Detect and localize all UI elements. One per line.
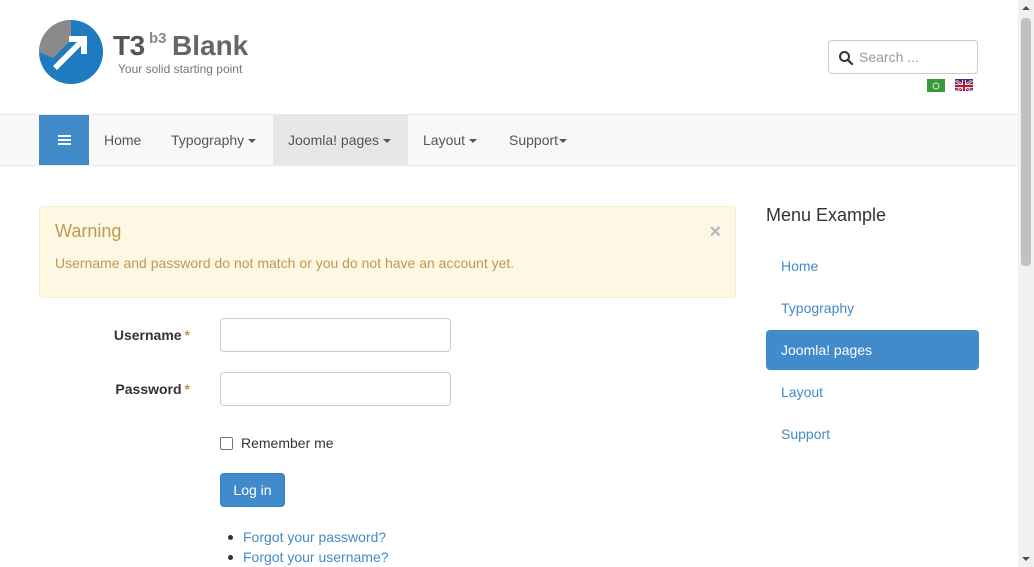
password-label: Password * bbox=[40, 381, 190, 397]
search-icon bbox=[839, 51, 854, 66]
nav-item-joomla-pages[interactable]: Joomla! pages bbox=[273, 115, 408, 165]
alert-title: Warning bbox=[55, 221, 122, 241]
logo-superscript: b3 bbox=[149, 30, 167, 47]
nav-item-support[interactable]: Support bbox=[494, 115, 582, 165]
nav-item-typography[interactable]: Typography bbox=[156, 115, 271, 165]
sidebar-item-support[interactable]: Support bbox=[766, 414, 979, 454]
warning-alert: Warning Username and password do not mat… bbox=[39, 206, 736, 298]
logo-name: Blank bbox=[172, 30, 249, 61]
logo-t3: T3 bbox=[113, 30, 145, 61]
sidebar-item-joomla-pages[interactable]: Joomla! pages bbox=[766, 330, 979, 370]
logo-slogan: Your solid starting point bbox=[118, 62, 243, 76]
menu-toggle-button[interactable] bbox=[39, 115, 89, 165]
sidebar-item-layout[interactable]: Layout bbox=[766, 372, 979, 412]
nav-item-label: Layout bbox=[423, 132, 466, 148]
caret-down-icon bbox=[383, 139, 392, 144]
password-field[interactable] bbox=[220, 372, 451, 406]
scroll-down-icon[interactable] bbox=[1018, 551, 1034, 567]
remember-checkbox[interactable] bbox=[220, 436, 233, 450]
scroll-thumb[interactable] bbox=[1021, 18, 1031, 266]
nav-item-label: Typography bbox=[171, 132, 245, 148]
required-mark: * bbox=[184, 381, 190, 397]
main-navbar: Home Typography Joomla! pages Layout Sup… bbox=[0, 115, 1018, 166]
username-label-text: Username bbox=[113, 327, 182, 343]
login-button[interactable]: Log in bbox=[220, 473, 285, 507]
site-logo[interactable]: T3 b3 Blank Your solid starting point bbox=[39, 20, 269, 86]
password-label-text: Password bbox=[115, 381, 182, 397]
alert-message: Username and password do not match or yo… bbox=[55, 255, 515, 271]
search-input[interactable] bbox=[859, 42, 974, 72]
nav-item-layout[interactable]: Layout bbox=[408, 115, 492, 165]
page-scrollbar[interactable] bbox=[1018, 0, 1034, 567]
sidebar-item-typography[interactable]: Typography bbox=[766, 288, 979, 328]
remember-label: Remember me bbox=[241, 435, 334, 451]
search-box[interactable] bbox=[828, 40, 978, 74]
logo-arrow-icon bbox=[39, 20, 103, 84]
english-flag-icon[interactable] bbox=[955, 79, 973, 91]
nav-item-label: Joomla! pages bbox=[288, 132, 380, 148]
hamburger-icon bbox=[57, 133, 71, 147]
nav-item-label: Support bbox=[509, 132, 559, 148]
sidebar-item-home[interactable]: Home bbox=[766, 246, 979, 286]
caret-down-icon bbox=[469, 139, 478, 144]
scroll-up-icon[interactable] bbox=[1018, 0, 1034, 16]
help-links: Forgot your password? Forgot your userna… bbox=[228, 529, 389, 567]
sidebar-title: Menu Example bbox=[766, 205, 887, 225]
forgot-username-link[interactable]: Forgot your username? bbox=[228, 549, 389, 567]
caret-down-icon bbox=[248, 139, 257, 144]
forgot-password-link[interactable]: Forgot your password? bbox=[228, 529, 389, 549]
username-field[interactable] bbox=[220, 318, 451, 352]
nav-item-home[interactable]: Home bbox=[89, 115, 156, 165]
nav-item-label: Home bbox=[104, 132, 142, 148]
close-icon[interactable]: × bbox=[709, 221, 721, 244]
site-header: T3 b3 Blank Your solid starting point bbox=[0, 0, 1018, 115]
remember-me[interactable]: Remember me bbox=[220, 435, 334, 451]
arabic-flag-icon[interactable] bbox=[927, 79, 945, 92]
caret-down-icon bbox=[559, 139, 568, 144]
username-label: Username * bbox=[40, 327, 190, 343]
required-mark: * bbox=[184, 327, 190, 343]
